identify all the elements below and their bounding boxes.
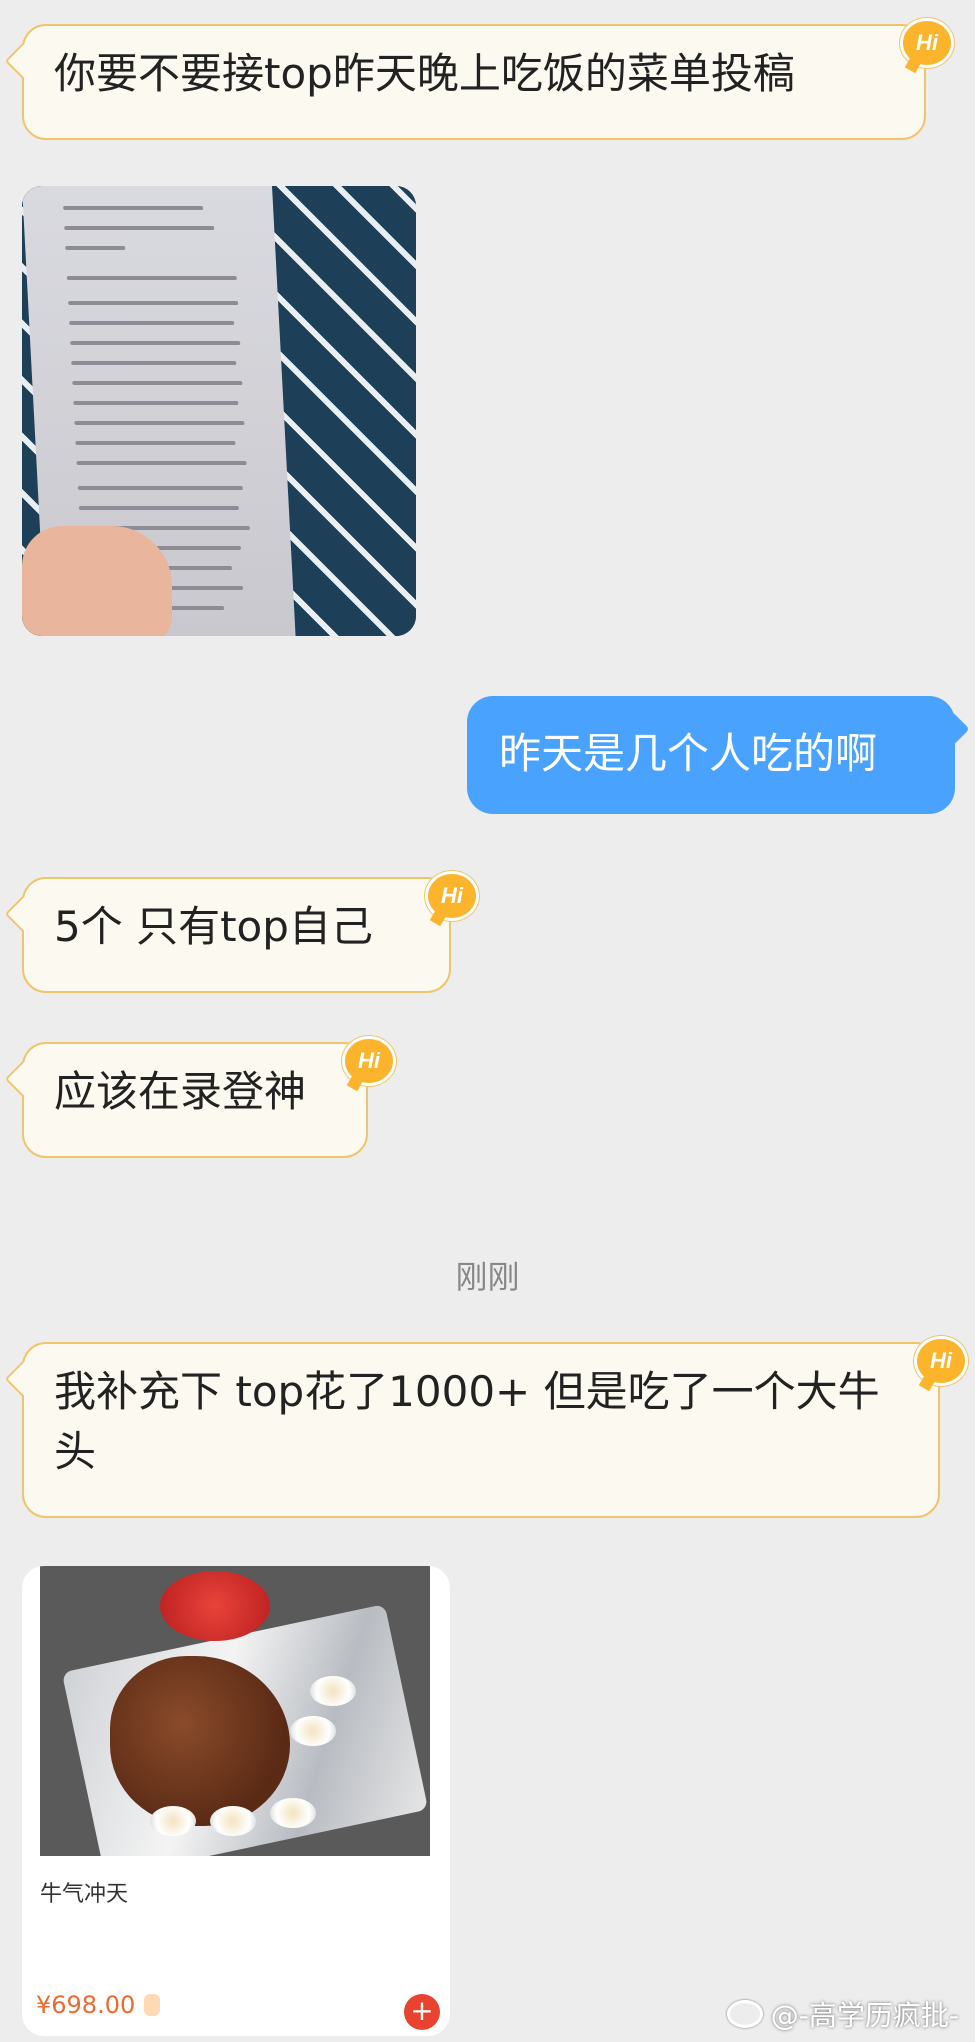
hi-badge-icon: Hi bbox=[425, 871, 479, 921]
hand-image bbox=[22, 526, 172, 636]
product-card[interactable]: 牛气冲天 ¥698.00 + bbox=[22, 1566, 450, 2036]
add-to-cart-button[interactable]: + bbox=[404, 1994, 440, 2030]
hi-badge-label: Hi bbox=[358, 1048, 380, 1073]
message-text: 5个 只有top自己 bbox=[54, 902, 373, 951]
product-tag-badge bbox=[144, 1994, 160, 2016]
hi-badge-label: Hi bbox=[930, 1348, 952, 1373]
hi-badge-label: Hi bbox=[916, 30, 938, 55]
hi-badge-icon: Hi bbox=[342, 1036, 396, 1086]
message-bubble-incoming[interactable]: 你要不要接top昨天晚上吃饭的菜单投稿 Hi bbox=[22, 18, 954, 140]
hi-badge-icon: Hi bbox=[900, 18, 954, 68]
message-bubble-outgoing[interactable]: 昨天是几个人吃的啊 bbox=[467, 696, 955, 814]
message-text: 昨天是几个人吃的啊 bbox=[499, 729, 878, 778]
timestamp: 刚刚 bbox=[455, 1258, 520, 1296]
message-text: 我补充下 top花了1000+ 但是吃了一个大牛头 bbox=[54, 1367, 880, 1476]
message-bubble-incoming[interactable]: 我补充下 top花了1000+ 但是吃了一个大牛头 Hi bbox=[22, 1336, 968, 1518]
watermark-text: @-高学历疯批- bbox=[770, 1999, 959, 2032]
message-bubble-incoming[interactable]: 5个 只有top自己 Hi bbox=[22, 871, 479, 993]
product-title: 牛气冲天 bbox=[40, 1882, 129, 1907]
product-image bbox=[40, 1566, 430, 1856]
message-text: 你要不要接top昨天晚上吃饭的菜单投稿 bbox=[54, 49, 795, 98]
hi-badge-icon: Hi bbox=[914, 1336, 968, 1386]
weibo-icon bbox=[726, 2000, 763, 2028]
receipt-photo[interactable] bbox=[22, 186, 416, 636]
product-price: ¥698.00 bbox=[36, 1991, 136, 2019]
message-text: 应该在录登神 bbox=[54, 1067, 307, 1116]
message-bubble-incoming[interactable]: 应该在录登神 Hi bbox=[22, 1036, 396, 1158]
hi-badge-label: Hi bbox=[441, 883, 463, 908]
watermark: @-高学历疯批- bbox=[726, 1994, 959, 2034]
